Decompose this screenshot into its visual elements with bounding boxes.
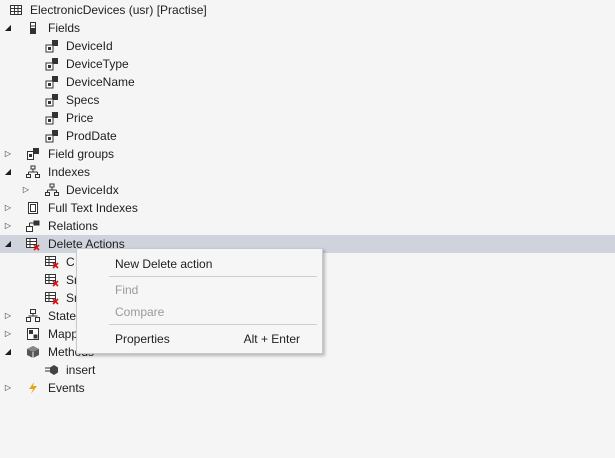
menu-item-properties[interactable]: Properties Alt + Enter (77, 328, 322, 350)
delete-action-label: C (66, 255, 75, 269)
field-date-icon (45, 129, 59, 143)
tree-node-field[interactable]: Specs (0, 91, 615, 109)
expanded-arrow-icon[interactable]: ◢ (3, 163, 13, 181)
field-string-icon (45, 75, 59, 89)
tree-node-indexes[interactable]: ◢ Indexes (0, 163, 615, 181)
field-enum-icon (45, 57, 59, 71)
collapsed-arrow-icon[interactable]: ▷ (3, 145, 13, 163)
state-label: State (48, 309, 77, 323)
tree-node-method[interactable]: insert (0, 361, 615, 379)
mappings-icon (26, 327, 40, 341)
state-machine-icon (26, 309, 40, 323)
fields-label: Fields (48, 21, 81, 35)
table-icon (9, 3, 23, 17)
delete-action-icon (45, 255, 59, 269)
collapsed-arrow-icon[interactable]: ▷ (3, 199, 13, 217)
collapsed-arrow-icon[interactable]: ▷ (3, 379, 13, 397)
events-label: Events (48, 381, 85, 395)
index-label: DeviceIdx (66, 183, 119, 197)
field-label: DeviceId (66, 39, 113, 53)
tree-node-field[interactable]: DeviceName (0, 73, 615, 91)
root-label: ElectronicDevices (usr) [Practise] (30, 3, 207, 17)
field-label: DeviceType (66, 57, 129, 71)
field-label: ProdDate (66, 129, 117, 143)
method-label: insert (66, 363, 96, 377)
collapsed-arrow-icon[interactable]: ▷ (3, 307, 13, 325)
mappings-label: Mapp (48, 327, 79, 341)
menu-item-compare[interactable]: Compare (77, 301, 322, 323)
menu-item-label: New Delete action (115, 257, 213, 271)
delete-action-icon (26, 237, 40, 251)
menu-item-shortcut: Alt + Enter (243, 332, 300, 346)
menu-item-find[interactable]: Find (77, 279, 322, 301)
methods-cube-icon (26, 345, 40, 359)
expanded-arrow-icon[interactable]: ◢ (3, 343, 13, 361)
tree-node-root[interactable]: ElectronicDevices (usr) [Practise] (0, 1, 615, 19)
delete-action-icon (45, 291, 59, 305)
method-icon (45, 363, 59, 377)
relations-icon (26, 219, 40, 233)
tree-node-field[interactable]: DeviceType (0, 55, 615, 73)
menu-item-new-delete-action[interactable]: New Delete action (77, 253, 322, 275)
full-text-indexes-label: Full Text Indexes (48, 201, 138, 215)
field-label: Specs (66, 93, 100, 107)
field-string-icon (45, 39, 59, 53)
field-label: DeviceName (66, 75, 135, 89)
tree-node-index[interactable]: ▷ DeviceIdx (0, 181, 615, 199)
field-string-icon (45, 93, 59, 107)
menu-separator (109, 324, 317, 325)
tree-node-fields[interactable]: ◢ Fields (0, 19, 615, 37)
collapsed-arrow-icon[interactable]: ▷ (3, 325, 13, 343)
tree-node-full-text-indexes[interactable]: ▷ Full Text Indexes (0, 199, 615, 217)
field-label: Price (66, 111, 94, 125)
delete-action-icon (45, 273, 59, 287)
full-text-index-icon (26, 201, 40, 215)
field-real-icon (45, 111, 59, 125)
menu-item-label: Find (115, 283, 139, 297)
field-groups-icon (26, 147, 40, 161)
collapsed-arrow-icon[interactable]: ▷ (21, 181, 31, 199)
index-hierarchy-icon (45, 183, 59, 197)
tree-node-events[interactable]: ▷ Events (0, 379, 615, 397)
tree-node-field-groups[interactable]: ▷ Field groups (0, 145, 615, 163)
indexes-label: Indexes (48, 165, 91, 179)
menu-item-label: Properties (115, 332, 170, 346)
menu-item-label: Compare (115, 305, 165, 319)
index-hierarchy-icon (26, 165, 40, 179)
field-groups-label: Field groups (48, 147, 115, 161)
tree-node-field[interactable]: ProdDate (0, 127, 615, 145)
expanded-arrow-icon[interactable]: ◢ (3, 235, 13, 253)
fields-icon (26, 21, 40, 35)
tree-node-field[interactable]: DeviceId (0, 37, 615, 55)
relations-label: Relations (48, 219, 99, 233)
lightning-icon (26, 381, 40, 395)
expanded-arrow-icon[interactable]: ◢ (3, 19, 13, 37)
tree-node-field[interactable]: Price (0, 109, 615, 127)
context-menu: New Delete action Find Compare Propertie… (76, 248, 323, 354)
menu-separator (109, 276, 317, 277)
collapsed-arrow-icon[interactable]: ▷ (3, 217, 13, 235)
tree-node-relations[interactable]: ▷ Relations (0, 217, 615, 235)
